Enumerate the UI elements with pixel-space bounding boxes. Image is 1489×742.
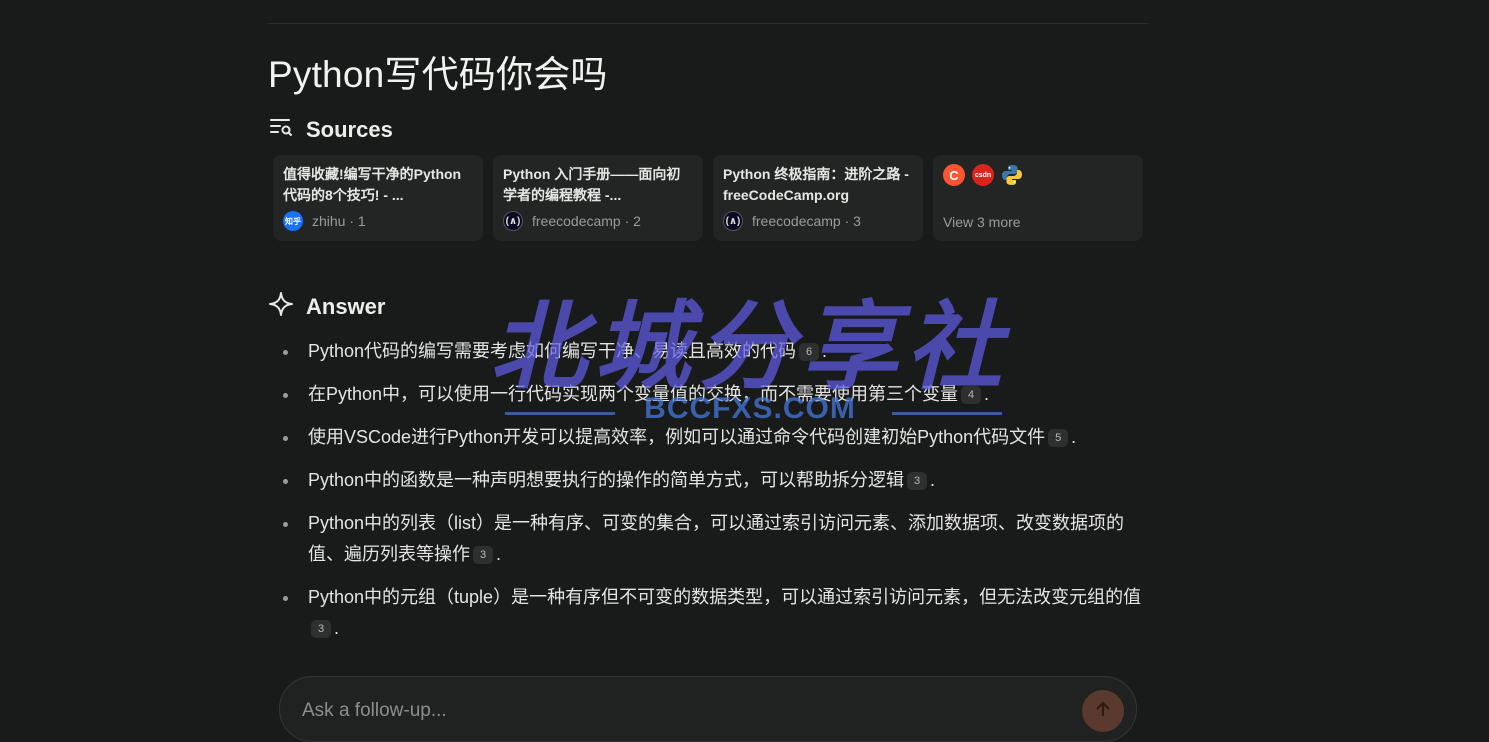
source-card-site: freecodecamp · 2: [532, 213, 641, 229]
source-card-meta: (∧) freecodecamp · 2: [503, 211, 641, 231]
source-card[interactable]: Python 终极指南：进阶之路 - freeCodeCamp.org (∧) …: [713, 155, 923, 241]
zhihu-favicon-icon: 知乎: [283, 211, 303, 231]
citation-badge[interactable]: 3: [473, 546, 493, 564]
followup-box: [279, 676, 1137, 742]
source-card-meta: (∧) freecodecamp · 3: [723, 211, 861, 231]
citation-badge[interactable]: 6: [799, 343, 820, 361]
answer-item-end: .: [822, 341, 828, 361]
answer-item-end: .: [334, 618, 340, 638]
answer-heading: Answer: [268, 291, 385, 323]
answer-item-text: Python代码的编写需要考虑如何编写干净、易读且高效的代码: [308, 341, 797, 361]
view-more-sources-card[interactable]: C csdn View 3 more: [933, 155, 1143, 241]
citation-badge[interactable]: 4: [961, 386, 982, 404]
page-title: Python写代码你会吗: [268, 54, 608, 95]
answer-item-text: Python中的元组（tuple）是一种有序但不可变的数据类型，可以通过索引访问…: [308, 587, 1142, 607]
answer-item: Python中的元组（tuple）是一种有序但不可变的数据类型，可以通过索引访问…: [283, 582, 1143, 644]
answer-item-end: .: [930, 470, 936, 490]
answer-list: Python代码的编写需要考虑如何编写干净、易读且高效的代码 6. 在Python…: [283, 336, 1143, 656]
freecodecamp-favicon-icon: (∧): [723, 211, 743, 231]
sparkle-icon: [268, 291, 294, 323]
citation-badge[interactable]: 5: [1048, 429, 1069, 447]
sources-heading-label: Sources: [306, 117, 393, 142]
source-card-title: Python 终极指南：进阶之路 - freeCodeCamp.org: [723, 166, 909, 203]
view-more-label: View 3 more: [943, 214, 1021, 230]
top-divider: [268, 23, 1148, 24]
source-card-title: 值得收藏!编写干净的Python 代码的8个技巧! - ...: [283, 166, 462, 203]
source-card-site: zhihu · 1: [312, 213, 366, 229]
more-sources-icons: C csdn: [943, 164, 1133, 186]
followup-input[interactable]: [300, 696, 1064, 726]
answer-item: 在Python中，可以使用一行代码实现两个变量值的交换，而不需要使用第三个变量 4…: [283, 379, 1143, 410]
c-favicon-icon: C: [943, 164, 965, 186]
send-button[interactable]: [1082, 690, 1124, 732]
answer-item-text: 使用VSCode进行Python开发可以提高效率，例如可以通过命令代码创建初始P…: [308, 427, 1046, 447]
answer-item: 使用VSCode进行Python开发可以提高效率，例如可以通过命令代码创建初始P…: [283, 422, 1143, 453]
python-icon: [1001, 164, 1023, 186]
answer-heading-label: Answer: [306, 294, 386, 319]
arrow-up-icon: [1093, 699, 1113, 724]
source-card-site: freecodecamp · 3: [752, 213, 861, 229]
csdn-favicon-icon: csdn: [972, 164, 994, 186]
source-card[interactable]: 值得收藏!编写干净的Python 代码的8个技巧! - ... 知乎 zhihu…: [273, 155, 483, 241]
answer-item: Python中的列表（list）是一种有序、可变的集合，可以通过索引访问元素、添…: [283, 508, 1143, 570]
source-card-title: Python 入门手册——面向初学者的编程教程 -...: [503, 166, 681, 203]
citation-badge[interactable]: 3: [907, 472, 928, 490]
citation-badge[interactable]: 3: [311, 620, 331, 638]
source-card-meta: 知乎 zhihu · 1: [283, 211, 366, 231]
freecodecamp-favicon-icon: (∧): [503, 211, 523, 231]
answer-item-end: .: [496, 544, 502, 564]
answer-item-end: .: [984, 384, 990, 404]
answer-item-text: 在Python中，可以使用一行代码实现两个变量值的交换，而不需要使用第三个变量: [308, 384, 959, 404]
sources-heading: Sources: [268, 114, 393, 146]
sources-icon: [268, 114, 294, 146]
answer-item: Python中的函数是一种声明想要执行的操作的简单方式，可以帮助拆分逻辑 3.: [283, 465, 1143, 496]
answer-item: Python代码的编写需要考虑如何编写干净、易读且高效的代码 6.: [283, 336, 1143, 367]
answer-item-text: Python中的函数是一种声明想要执行的操作的简单方式，可以帮助拆分逻辑: [308, 470, 905, 490]
answer-item-end: .: [1071, 427, 1077, 447]
source-card[interactable]: Python 入门手册——面向初学者的编程教程 -... (∧) freecod…: [493, 155, 703, 241]
answer-item-text: Python中的列表（list）是一种有序、可变的集合，可以通过索引访问元素、添…: [308, 513, 1125, 564]
source-cards: 值得收藏!编写干净的Python 代码的8个技巧! - ... 知乎 zhihu…: [273, 155, 1143, 241]
